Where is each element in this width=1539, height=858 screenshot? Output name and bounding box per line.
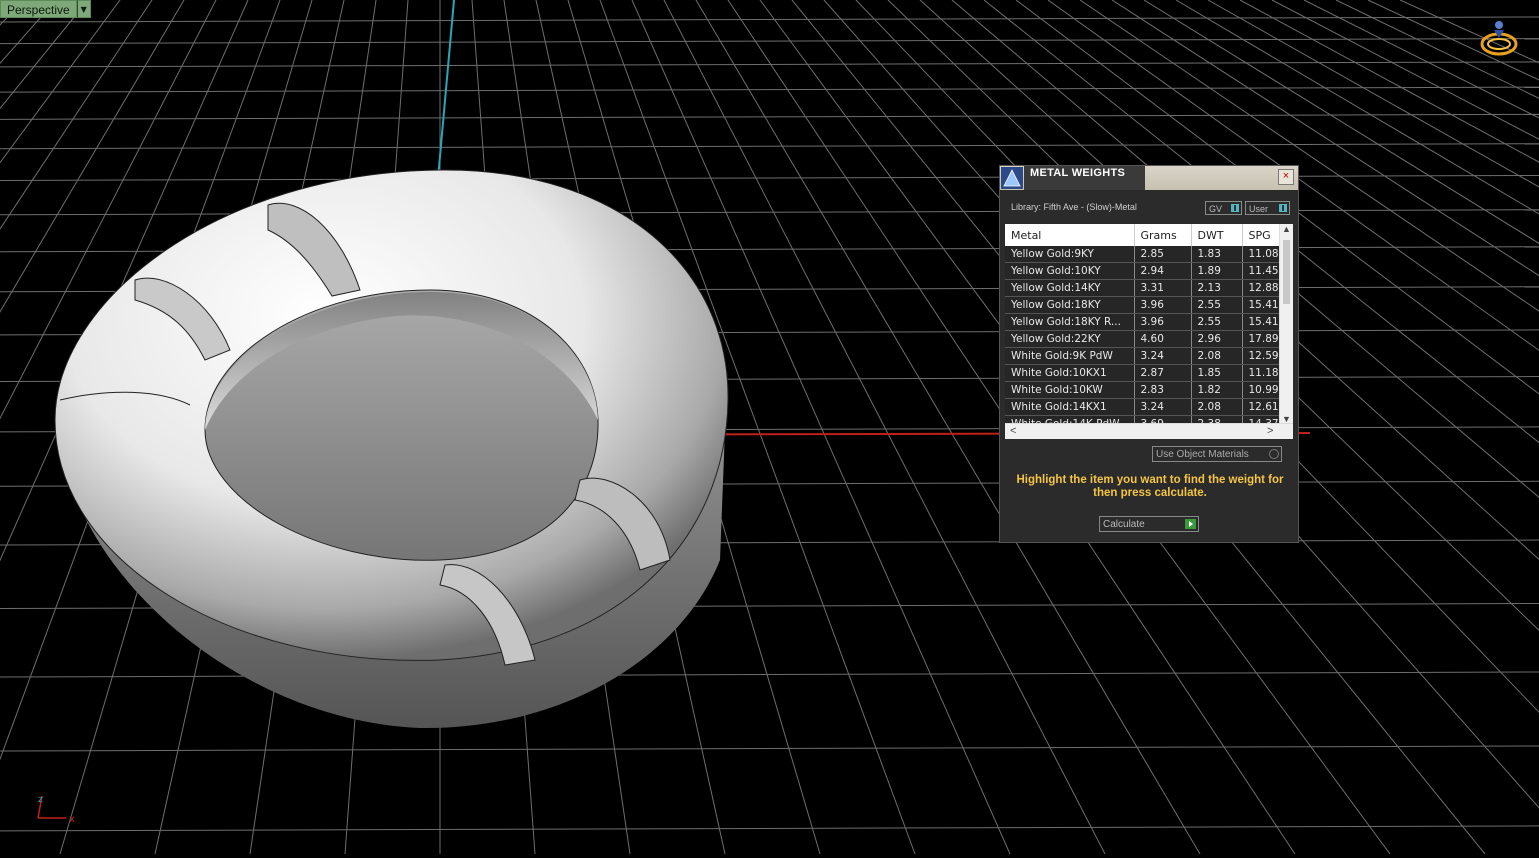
table-cell: Yellow Gold:10KY bbox=[1005, 262, 1135, 280]
ring-model bbox=[54, 169, 729, 729]
table-row[interactable]: Yellow Gold:9KY 2.85 1.83 11.08 bbox=[1005, 246, 1286, 263]
table-cell: Yellow Gold:9KY bbox=[1005, 246, 1135, 263]
table-cell: 2.08 bbox=[1191, 347, 1243, 365]
table-cell: 3.24 bbox=[1134, 398, 1192, 416]
panel-titlebar[interactable]: METAL WEIGHTS × bbox=[1000, 166, 1298, 190]
grid-line bbox=[0, 174, 1539, 181]
table-cell: 2.96 bbox=[1191, 330, 1243, 348]
pyramid-logo-icon bbox=[1001, 167, 1023, 189]
axis-z-label: z bbox=[38, 795, 43, 805]
viewport-label[interactable]: Perspective ▼ bbox=[0, 0, 91, 18]
radio-icon bbox=[1269, 449, 1279, 459]
column-header[interactable]: Metal bbox=[1005, 224, 1135, 246]
ring-logo-icon[interactable] bbox=[1478, 16, 1520, 58]
metal-table[interactable]: Metal Grams DWT SPG Yellow Gold:9KY 2.85 1.83… bbox=[1005, 224, 1293, 439]
table-cell: 2.83 bbox=[1134, 381, 1192, 399]
table-row[interactable]: Yellow Gold:14KY 3.31 2.13 12.88 bbox=[1005, 279, 1286, 297]
panel-title: METAL WEIGHTS bbox=[1024, 166, 1145, 190]
table-cell: 1.85 bbox=[1191, 364, 1243, 382]
info-icon bbox=[1231, 204, 1239, 212]
library-label: Library: Fifth Ave - (Slow)-Metal bbox=[1011, 202, 1137, 212]
gv-toggle[interactable]: GV bbox=[1205, 201, 1242, 215]
table-cell: 2.55 bbox=[1191, 296, 1243, 314]
info-icon bbox=[1279, 204, 1287, 212]
table-cell: 2.87 bbox=[1134, 364, 1192, 382]
table-row[interactable]: Yellow Gold:22KY 4.60 2.96 17.89 bbox=[1005, 330, 1286, 348]
table-cell: 3.31 bbox=[1134, 279, 1192, 297]
chevron-down-icon[interactable]: ▼ bbox=[76, 0, 91, 18]
grid-line bbox=[0, 0, 57, 65]
table-row[interactable]: White Gold:14KX1 3.24 2.08 12.61 bbox=[1005, 398, 1286, 416]
scroll-right-icon[interactable]: > bbox=[1267, 424, 1273, 438]
instruction-text: Highlight the item you want to find the … bbox=[1016, 474, 1284, 499]
grid-line bbox=[0, 671, 1539, 678]
table-cell: 2.08 bbox=[1191, 398, 1243, 416]
use-object-materials-label: Use Object Materials bbox=[1156, 449, 1249, 460]
vertical-scrollbar[interactable]: ▲ ▼ bbox=[1279, 224, 1293, 424]
table-row[interactable]: Yellow Gold:18KY 3.96 2.55 15.41 bbox=[1005, 296, 1286, 314]
table-cell: 1.89 bbox=[1191, 262, 1243, 280]
grid-line bbox=[0, 86, 1539, 93]
table-cell: 2.13 bbox=[1191, 279, 1243, 297]
table-cell: Yellow Gold:18KY R... bbox=[1005, 313, 1135, 331]
calculate-label: Calculate bbox=[1103, 519, 1145, 530]
table-row[interactable]: White Gold:9K PdW 3.24 2.08 12.59 bbox=[1005, 347, 1286, 365]
scene-canvas[interactable] bbox=[0, 0, 1539, 855]
column-header[interactable]: DWT bbox=[1191, 224, 1243, 246]
table-row[interactable]: White Gold:10KW 2.83 1.82 10.99 bbox=[1005, 381, 1286, 399]
scroll-left-icon[interactable]: < bbox=[1010, 424, 1016, 438]
table-cell: 3.96 bbox=[1134, 296, 1192, 314]
table-cell: White Gold:14KX1 bbox=[1005, 398, 1135, 416]
table-cell: 2.55 bbox=[1191, 313, 1243, 331]
table-cell: White Gold:9K PdW bbox=[1005, 347, 1135, 365]
play-icon bbox=[1185, 519, 1196, 529]
user-toggle[interactable]: User bbox=[1245, 201, 1290, 215]
scroll-up-icon[interactable]: ▲ bbox=[1280, 224, 1293, 234]
table-cell: Yellow Gold:14KY bbox=[1005, 279, 1135, 297]
table-cell: 1.82 bbox=[1191, 381, 1243, 399]
table-row[interactable]: Yellow Gold:10KY 2.94 1.89 11.45 bbox=[1005, 262, 1286, 280]
table-row[interactable]: Yellow Gold:18KY R... 3.96 2.55 15.41 bbox=[1005, 313, 1286, 331]
horizontal-scrollbar[interactable]: < > bbox=[1005, 423, 1293, 439]
3d-viewport[interactable]: Perspective ▼ x z bbox=[0, 0, 1539, 855]
grid-line bbox=[0, 16, 1539, 23]
table-cell: 3.24 bbox=[1134, 347, 1192, 365]
metal-weights-panel[interactable]: METAL WEIGHTS × Library: Fifth Ave - (Sl… bbox=[999, 165, 1299, 543]
grid-line bbox=[0, 113, 1539, 120]
table-cell: 3.96 bbox=[1134, 313, 1192, 331]
table-cell: 2.85 bbox=[1134, 246, 1192, 263]
grid-line bbox=[0, 825, 1539, 832]
table-row[interactable]: White Gold:10KX1 2.87 1.85 11.18 bbox=[1005, 364, 1286, 382]
close-button[interactable]: × bbox=[1278, 169, 1294, 185]
table-cell: Yellow Gold:22KY bbox=[1005, 330, 1135, 348]
grid-line bbox=[0, 143, 1539, 150]
column-header[interactable]: Grams bbox=[1134, 224, 1192, 246]
axis-x-label: x bbox=[69, 814, 75, 825]
viewport-name[interactable]: Perspective bbox=[0, 0, 77, 18]
table-cell: 1.83 bbox=[1191, 246, 1243, 263]
grid-line bbox=[0, 745, 1539, 752]
table-cell: White Gold:10KW bbox=[1005, 381, 1135, 399]
table-cell: 2.94 bbox=[1134, 262, 1192, 280]
user-label: User bbox=[1249, 204, 1269, 214]
use-object-materials-toggle[interactable]: Use Object Materials bbox=[1152, 446, 1282, 462]
table-cell: White Gold:10KX1 bbox=[1005, 364, 1135, 382]
axis-gizmo: x z bbox=[37, 795, 75, 825]
table-cell: 4.60 bbox=[1134, 330, 1192, 348]
gv-label: GV bbox=[1209, 204, 1223, 214]
table-cell: Yellow Gold:18KY bbox=[1005, 296, 1135, 314]
calculate-button[interactable]: Calculate bbox=[1099, 516, 1199, 532]
scroll-thumb[interactable] bbox=[1283, 240, 1290, 304]
